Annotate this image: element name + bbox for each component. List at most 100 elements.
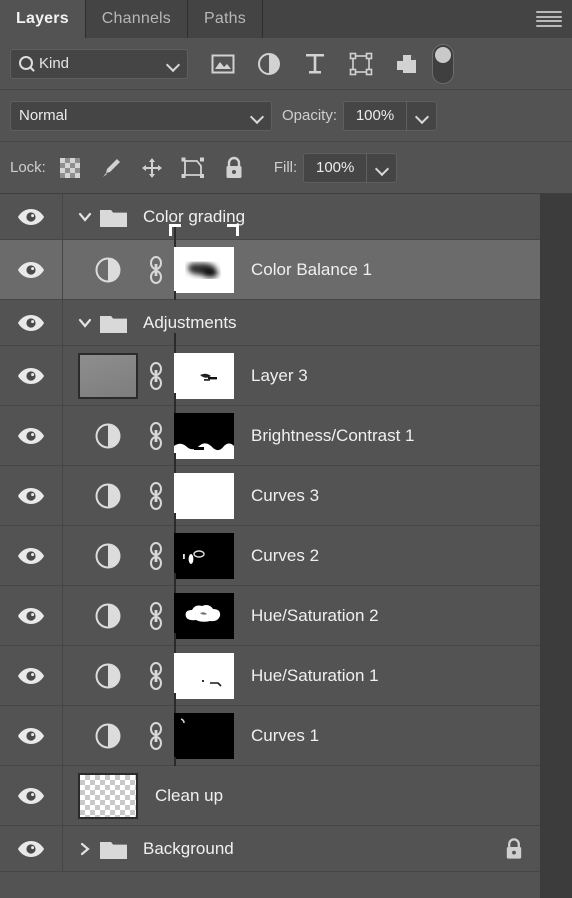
lock-all-padlock-icon[interactable] [222,156,246,180]
layer-row-body[interactable]: Curves 3 [63,452,540,538]
adjustment-layer-thumbnail[interactable] [73,422,143,450]
layer-visibility-toggle[interactable] [17,313,45,333]
layer-row[interactable]: Color grading [0,194,540,240]
layer-row-body[interactable]: Hue/Saturation 2 [63,572,540,658]
layer-name[interactable]: Brightness/Contrast 1 [251,426,414,446]
pixel-layer-filter-icon[interactable] [210,51,236,77]
layer-mask-link-icon[interactable] [147,661,165,691]
layer-row[interactable]: Curves 1 [0,692,540,778]
layer-visibility-toggle[interactable] [17,606,45,626]
adjustment-layer-thumbnail[interactable] [73,602,143,630]
shape-layer-filter-icon[interactable] [348,51,374,77]
layer-row-body[interactable]: Layer 3 [63,332,540,418]
mask-link-cell[interactable] [143,661,169,691]
layer-visibility-toggle[interactable] [17,839,45,859]
layer-mask-link-icon[interactable] [147,361,165,391]
layer-visibility-toggle[interactable] [17,486,45,506]
mask-link-cell[interactable] [143,481,169,511]
layer-mask-link-icon[interactable] [147,601,165,631]
layer-row[interactable]: Hue/Saturation 2 [0,572,540,658]
layer-visibility-cell[interactable] [0,346,63,405]
layer-name[interactable]: Curves 2 [251,546,319,566]
layer-visibility-toggle[interactable] [17,786,45,806]
vertical-scrollbar[interactable] [540,194,572,898]
layer-row[interactable]: Hue/Saturation 1 [0,632,540,718]
layer-name[interactable]: Layer 3 [251,366,308,386]
blend-mode-dropdown[interactable]: Normal [10,100,272,131]
fill-value[interactable]: 100% [304,154,366,182]
layer-mask-link-icon[interactable] [147,541,165,571]
layer-visibility-cell[interactable] [0,766,63,825]
layer-row-body[interactable]: Hue/Saturation 1 [63,632,540,718]
layer-visibility-toggle[interactable] [17,260,45,280]
layer-visibility-cell[interactable] [0,706,63,765]
layer-row[interactable]: Layer 3 [0,332,540,418]
fill-field[interactable]: 100% [303,152,398,183]
opacity-stepper[interactable] [406,101,436,130]
layer-visibility-cell[interactable] [0,406,63,465]
smart-object-filter-icon[interactable] [394,51,420,77]
layer-name[interactable]: Hue/Saturation 2 [251,606,379,626]
mask-link-cell[interactable] [143,255,169,285]
layer-visibility-cell[interactable] [0,240,63,299]
layer-row-body[interactable]: Background [63,826,540,871]
mask-link-cell[interactable] [143,541,169,571]
adjustment-layer-thumbnail[interactable] [73,542,143,570]
mask-link-cell[interactable] [143,601,169,631]
lock-position-move-icon[interactable] [140,156,164,180]
layer-mask-link-icon[interactable] [147,255,165,285]
layer-visibility-toggle[interactable] [17,207,45,227]
tab-channels[interactable]: Channels [85,0,188,38]
layer-row-body[interactable]: Brightness/Contrast 1 [63,392,540,478]
adjustment-layer-thumbnail[interactable] [73,256,143,284]
layer-visibility-toggle[interactable] [17,366,45,386]
tab-paths[interactable]: Paths [188,0,263,38]
opacity-field[interactable]: 100% [343,100,438,131]
layer-thumbnail[interactable] [73,772,143,819]
filter-kind-dropdown[interactable]: Kind [10,48,188,79]
layer-visibility-cell[interactable] [0,300,63,345]
lock-image-pixels-brush-icon[interactable] [99,156,123,180]
layer-row-body[interactable]: Color Balance 1 [63,223,540,316]
group-collapse-toggle[interactable] [73,205,97,229]
fill-stepper[interactable] [366,153,396,182]
lock-artboard-nesting-icon[interactable] [181,156,205,180]
layer-name[interactable]: Curves 1 [251,726,319,746]
layer-visibility-cell[interactable] [0,646,63,705]
layer-row[interactable]: Clean up [0,766,540,826]
layer-mask-link-icon[interactable] [147,421,165,451]
layer-visibility-cell[interactable] [0,826,63,871]
adjustment-layer-thumbnail[interactable] [73,722,143,750]
group-expand-toggle[interactable] [73,837,97,861]
mask-link-cell[interactable] [143,421,169,451]
adjustment-layer-filter-icon[interactable] [256,51,282,77]
layer-row[interactable]: Curves 3 [0,452,540,538]
adjustment-layer-thumbnail[interactable] [73,662,143,690]
panel-menu-icon[interactable] [536,10,562,28]
layer-visibility-cell[interactable] [0,194,63,239]
group-collapse-toggle[interactable] [73,311,97,335]
layer-row[interactable]: Background [0,826,540,872]
layer-visibility-toggle[interactable] [17,666,45,686]
layer-row[interactable]: Adjustments [0,300,540,346]
layer-name[interactable]: Background [143,839,234,859]
layer-visibility-cell[interactable] [0,526,63,585]
layer-row-body[interactable]: Color grading [63,194,540,239]
layer-visibility-toggle[interactable] [17,546,45,566]
layer-mask-link-icon[interactable] [147,481,165,511]
layer-mask-link-icon[interactable] [147,721,165,751]
layer-row[interactable]: Curves 2 [0,512,540,598]
layer-visibility-toggle[interactable] [17,426,45,446]
layer-row-body[interactable]: Curves 1 [63,692,540,778]
layer-name[interactable]: Clean up [155,786,223,806]
layer-row-body[interactable]: Adjustments [63,300,540,345]
lock-transparent-pixels-icon[interactable] [58,156,82,180]
layer-visibility-toggle[interactable] [17,726,45,746]
tab-layers[interactable]: Layers [0,0,86,38]
mask-link-cell[interactable] [143,721,169,751]
layer-visibility-cell[interactable] [0,586,63,645]
layer-thumbnail[interactable] [73,352,143,399]
opacity-value[interactable]: 100% [344,102,406,130]
mask-link-cell[interactable] [143,361,169,391]
filter-enable-toggle[interactable] [432,43,454,84]
